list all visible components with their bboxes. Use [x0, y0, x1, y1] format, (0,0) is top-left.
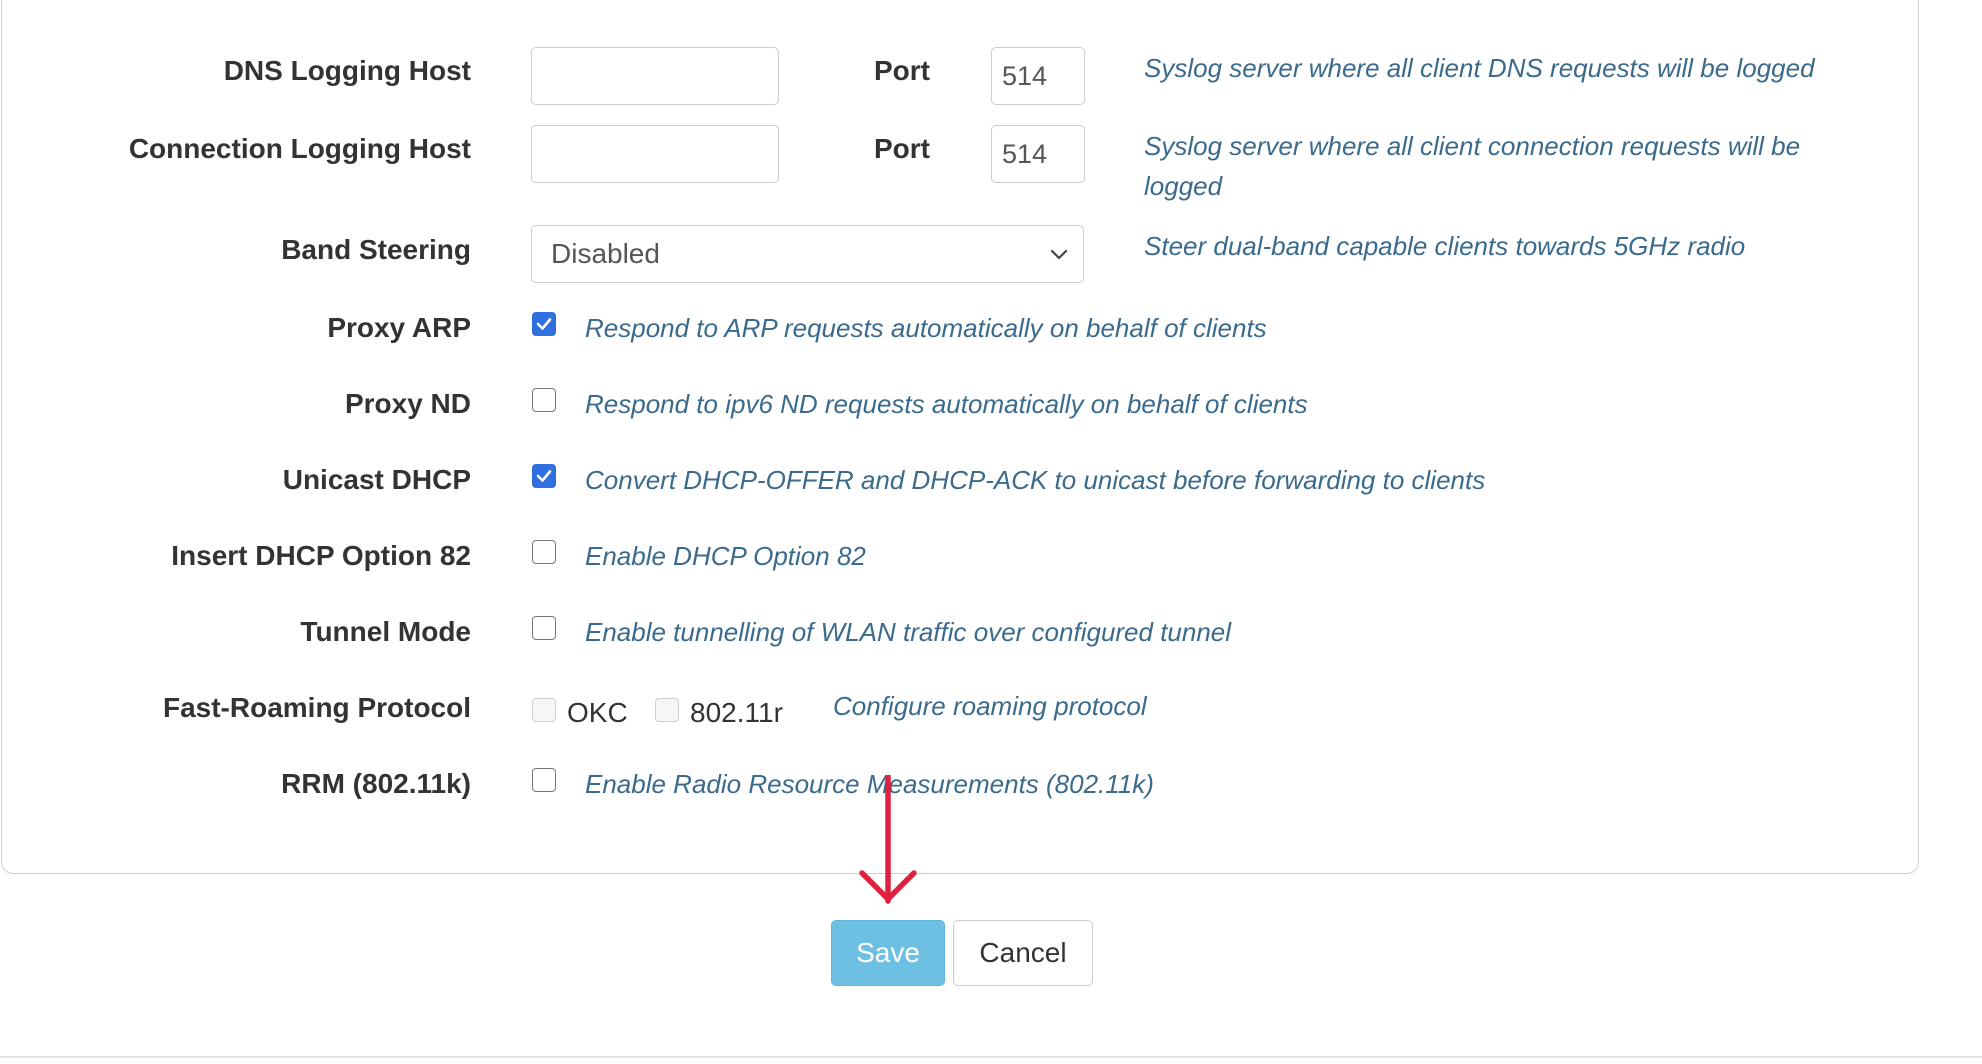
dns-logging-host-input[interactable] [531, 47, 779, 105]
dns-logging-host-label: DNS Logging Host [223, 55, 471, 86]
tunnel-mode-label: Tunnel Mode [300, 616, 471, 647]
band-steering-help: Steer dual-band capable clients towards … [1144, 231, 1746, 261]
dot11r-checkbox[interactable] [655, 698, 679, 722]
connection-logging-host-input[interactable] [531, 125, 779, 183]
cancel-button[interactable]: Cancel [953, 920, 1093, 986]
band-steering-label: Band Steering [281, 234, 471, 265]
connection-port-input[interactable] [991, 125, 1085, 183]
dhcp-option-82-label: Insert DHCP Option 82 [171, 540, 471, 571]
proxy-arp-label: Proxy ARP [327, 312, 471, 343]
proxy-nd-checkbox[interactable] [532, 388, 556, 412]
dns-logging-help: Syslog server where all client DNS reque… [1144, 53, 1815, 83]
connection-logging-help-line1: Syslog server where all client connectio… [1144, 131, 1801, 161]
save-button[interactable]: Save [831, 920, 945, 986]
dhcp-option-82-help: Enable DHCP Option 82 [585, 541, 866, 571]
dns-port-input[interactable] [991, 47, 1085, 105]
dhcp-option-82-checkbox[interactable] [532, 540, 556, 564]
dns-port-label: Port [874, 55, 930, 86]
fast-roaming-help: Configure roaming protocol [833, 691, 1147, 721]
tunnel-mode-help: Enable tunnelling of WLAN traffic over c… [585, 617, 1232, 647]
unicast-dhcp-help: Convert DHCP-OFFER and DHCP-ACK to unica… [585, 465, 1486, 495]
band-steering-select[interactable]: Disabled [531, 225, 1084, 283]
connection-port-label: Port [874, 133, 930, 164]
checkmark-icon [536, 318, 552, 330]
proxy-nd-help: Respond to ipv6 ND requests automaticall… [585, 389, 1308, 419]
rrm-label: RRM (802.11k) [281, 768, 471, 799]
band-steering-selected-value: Disabled [551, 238, 660, 269]
chevron-down-icon [1050, 249, 1068, 260]
connection-logging-help-line2: logged [1144, 171, 1223, 201]
rrm-checkbox[interactable] [532, 768, 556, 792]
proxy-arp-checkbox[interactable] [532, 312, 556, 336]
okc-label: OKC [567, 697, 628, 728]
proxy-arp-help: Respond to ARP requests automatically on… [585, 313, 1267, 343]
unicast-dhcp-label: Unicast DHCP [282, 464, 471, 495]
tunnel-mode-checkbox[interactable] [532, 616, 556, 640]
connection-logging-host-label: Connection Logging Host [128, 133, 471, 164]
okc-checkbox[interactable] [532, 698, 556, 722]
footer-divider [0, 1056, 1982, 1058]
checkmark-icon [536, 470, 552, 482]
arrow-down-icon [859, 775, 917, 904]
unicast-dhcp-checkbox[interactable] [532, 464, 556, 488]
dot11r-label: 802.11r [690, 697, 783, 728]
proxy-nd-label: Proxy ND [344, 388, 471, 419]
fast-roaming-label: Fast-Roaming Protocol [162, 692, 471, 723]
